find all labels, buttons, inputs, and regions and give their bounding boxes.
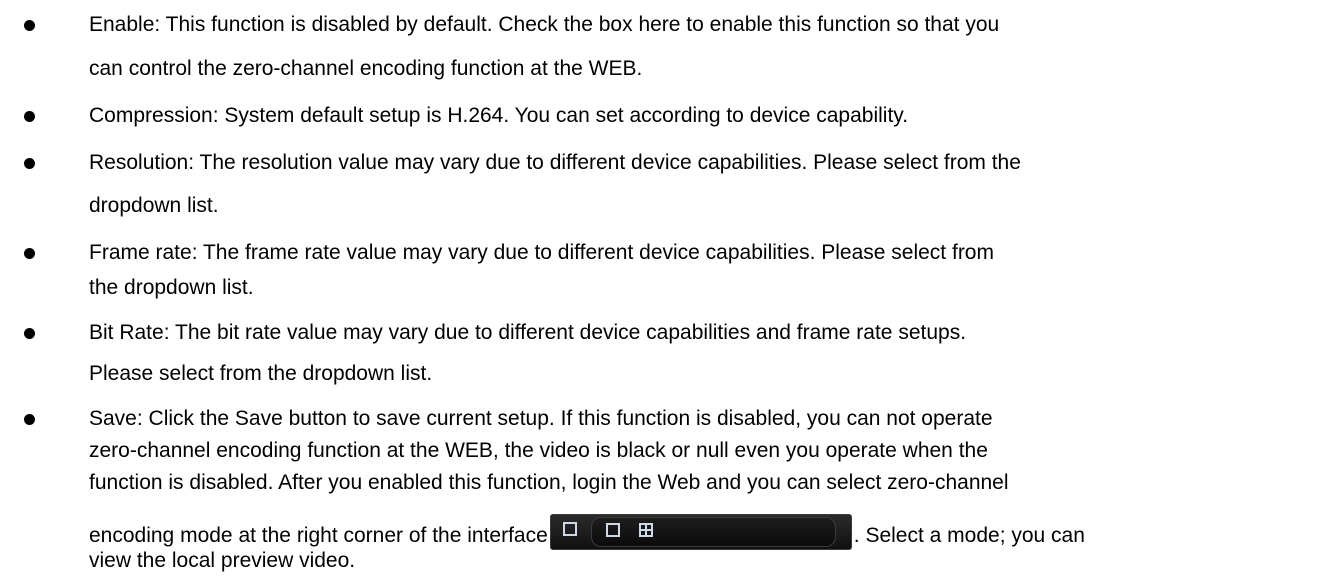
mode-selector-group	[590, 517, 836, 547]
bullet-text-line: Resolution: The resolution value may var…	[89, 151, 1021, 174]
bullet-text-line: can control the zero-channel encoding fu…	[89, 57, 643, 80]
bullet-dot	[24, 328, 35, 339]
bullet-dot	[24, 248, 35, 259]
single-window-icon[interactable]	[605, 523, 620, 537]
bullet-dot	[24, 20, 35, 31]
bullet-dot	[24, 414, 35, 425]
bullet-text-line: Frame rate: The frame rate value may var…	[89, 241, 994, 264]
bullet-dot	[24, 111, 35, 122]
bullet-text-line-with-toolbar: encoding mode at the right corner of the…	[89, 514, 1085, 550]
inline-text-before: encoding mode at the right corner of the…	[89, 524, 548, 547]
bullet-text-line: view the local preview video.	[89, 549, 356, 572]
zero-channel-mode-toolbar	[549, 514, 852, 550]
single-window-icon[interactable]	[562, 522, 577, 536]
bullet-text-line: zero-channel encoding function at the WE…	[89, 439, 988, 462]
bullet-text-line: Please select from the dropdown list.	[89, 362, 433, 385]
bullet-text-line: the dropdown list.	[89, 276, 254, 299]
bullet-dot	[24, 158, 35, 169]
four-window-grid-icon[interactable]	[638, 523, 653, 537]
bullet-text-line: Bit Rate: The bit rate value may vary du…	[89, 321, 967, 344]
inline-text-after: . Select a mode; you can	[853, 524, 1085, 547]
bullet-text-line: Compression: System default setup is H.2…	[89, 104, 909, 127]
bullet-text-line: function is disabled. After you enabled …	[89, 471, 1009, 494]
bullet-text-line: dropdown list.	[89, 194, 219, 217]
bullet-text-line: Enable: This function is disabled by def…	[89, 13, 1000, 36]
bullet-text-line: Save: Click the Save button to save curr…	[89, 407, 993, 430]
